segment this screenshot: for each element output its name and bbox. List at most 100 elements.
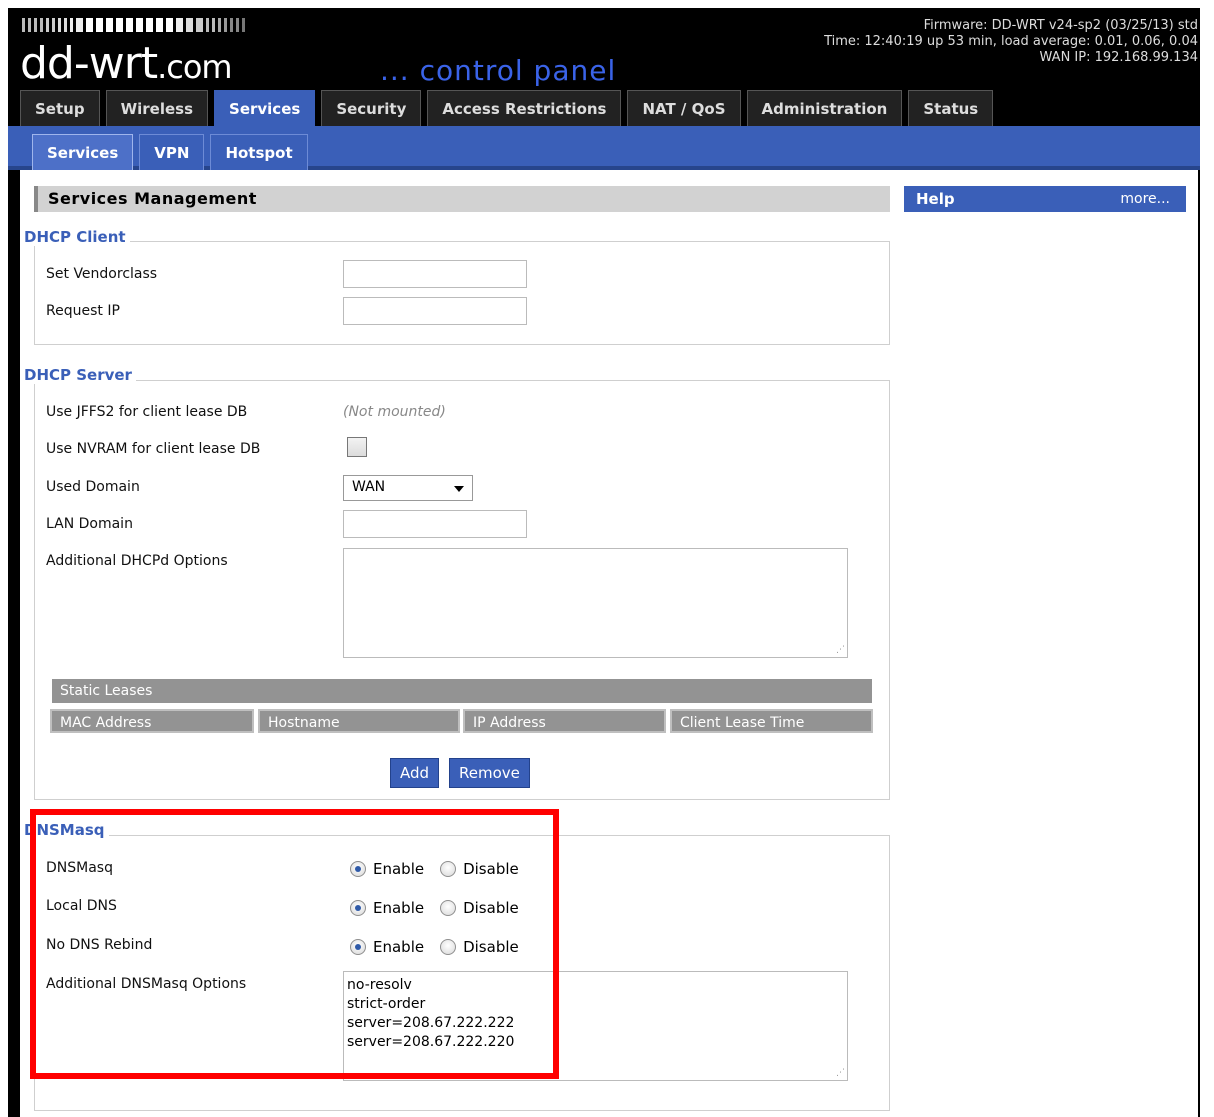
no-dns-rebind-label: No DNS Rebind [46, 937, 153, 953]
subtab-vpn[interactable]: VPN [139, 134, 205, 170]
dhcp-client-group [34, 241, 890, 345]
no-dns-rebind-enable-radio[interactable] [350, 939, 366, 955]
logo-bar [52, 18, 55, 32]
lease-col-ip: IP Address [463, 709, 666, 733]
local-dns-radio-group: Enable Disable [350, 899, 535, 917]
uptime-info: Time: 12:40:19 up 53 min, load average: … [824, 34, 1198, 49]
dnsmasq-options-label: Additional DNSMasq Options [46, 976, 247, 992]
disable-label: Disable [463, 899, 519, 917]
logo-bar [22, 18, 25, 32]
logo-bar [176, 18, 183, 32]
dnsmasq-options-value: no-resolv strict-order server=208.67.222… [347, 977, 515, 1050]
dhcpd-options-textarea[interactable]: ⋰ [343, 548, 848, 658]
sub-tabs: Services VPN Hotspot [32, 134, 314, 170]
subtab-services[interactable]: Services [32, 134, 134, 170]
tab-services[interactable]: Services [214, 90, 316, 126]
static-leases-title: Static Leases [52, 679, 872, 703]
dnsmasq-legend: DNSMasq [24, 821, 109, 839]
request-ip-label: Request IP [46, 303, 120, 319]
tab-status[interactable]: Status [908, 90, 994, 126]
main-tabs: Setup Wireless Services Security Access … [8, 90, 994, 126]
dnsmasq-radio-group: Enable Disable [350, 860, 535, 878]
lease-col-hostname: Hostname [258, 709, 460, 733]
dnsmasq-options-textarea[interactable]: no-resolv strict-order server=208.67.222… [343, 971, 848, 1081]
logo-bar [136, 18, 143, 32]
control-panel-title: ... control panel [380, 54, 617, 87]
help-more-link[interactable]: more... [1120, 191, 1170, 207]
dnsmasq-label: DNSMasq [46, 860, 113, 876]
resize-grip-icon[interactable]: ⋰ [836, 646, 845, 655]
no-dns-rebind-disable-radio[interactable] [440, 939, 457, 955]
firmware-info: Firmware: DD-WRT v24-sp2 (03/25/13) std [923, 18, 1198, 33]
logo-bar [206, 18, 209, 32]
tab-setup[interactable]: Setup [20, 90, 100, 126]
logo-bar [156, 18, 163, 32]
vendorclass-input[interactable] [343, 260, 527, 288]
disable-label: Disable [463, 938, 519, 956]
local-dns-disable-radio[interactable] [440, 900, 457, 916]
local-dns-enable-radio[interactable] [350, 900, 366, 916]
help-panel: Help more... [904, 186, 1186, 212]
logo: dd-wrt.com [20, 38, 233, 93]
subtab-hotspot[interactable]: Hotspot [210, 134, 308, 170]
logo-suffix: .com [157, 48, 233, 86]
logo-bar [86, 18, 93, 32]
dhcpd-options-label: Additional DHCPd Options [46, 553, 228, 569]
logo-bar [230, 18, 233, 32]
remove-lease-button[interactable]: Remove [449, 758, 530, 788]
logo-bar [116, 18, 123, 32]
logo-bar [70, 18, 73, 32]
logo-bar [166, 18, 173, 32]
dhcp-client-legend: DHCP Client [24, 228, 130, 246]
page-border-right [1198, 170, 1200, 1117]
logo-bar [212, 18, 215, 32]
local-dns-label: Local DNS [46, 898, 117, 914]
logo-bar [76, 18, 83, 32]
used-domain-label: Used Domain [46, 479, 140, 495]
tab-security[interactable]: Security [321, 90, 422, 126]
tab-administration[interactable]: Administration [746, 90, 903, 126]
logo-bar [236, 18, 239, 32]
logo-bar [186, 18, 193, 32]
logo-text: dd-wrt [20, 38, 158, 89]
lan-domain-label: LAN Domain [46, 516, 133, 532]
page-border-left [8, 170, 20, 1117]
logo-bar [196, 18, 203, 32]
logo-bar [126, 18, 133, 32]
tab-nat-qos[interactable]: NAT / QoS [627, 90, 741, 126]
page-title: Services Management [34, 186, 890, 212]
enable-label: Enable [373, 899, 425, 917]
dhcp-server-legend: DHCP Server [24, 366, 136, 384]
logo-bar [96, 18, 103, 32]
logo-bar [224, 18, 227, 32]
wan-ip-info: WAN IP: 192.168.99.134 [1039, 50, 1198, 65]
sub-tabs-bar: Services VPN Hotspot [8, 126, 1200, 170]
enable-label: Enable [373, 938, 425, 956]
logo-bar [242, 18, 245, 32]
vendorclass-label: Set Vendorclass [46, 266, 158, 282]
nvram-checkbox[interactable] [347, 437, 367, 457]
logo-bar [106, 18, 113, 32]
jffs2-note: (Not mounted) [343, 404, 446, 420]
enable-label: Enable [373, 860, 425, 878]
add-lease-button[interactable]: Add [390, 758, 440, 788]
lan-domain-input[interactable] [343, 510, 527, 538]
logo-bar [34, 18, 37, 32]
used-domain-select[interactable]: WAN [343, 475, 473, 501]
resize-grip-icon[interactable]: ⋰ [836, 1069, 845, 1078]
router-status-info: Firmware: DD-WRT v24-sp2 (03/25/13) std … [824, 18, 1198, 66]
tab-wireless[interactable]: Wireless [105, 90, 209, 126]
help-title: Help [916, 190, 955, 208]
dnsmasq-disable-radio[interactable] [440, 861, 457, 877]
logo-bar [58, 18, 61, 32]
nvram-label: Use NVRAM for client lease DB [46, 441, 261, 457]
logo-bar [46, 18, 49, 32]
dnsmasq-enable-radio[interactable] [350, 861, 366, 877]
logo-bars [22, 18, 245, 32]
logo-bar [218, 18, 221, 32]
jffs2-label: Use JFFS2 for client lease DB [46, 404, 248, 420]
logo-bar [28, 18, 31, 32]
lease-col-mac: MAC Address [50, 709, 254, 733]
request-ip-input[interactable] [343, 297, 527, 325]
tab-access-restrictions[interactable]: Access Restrictions [427, 90, 622, 126]
